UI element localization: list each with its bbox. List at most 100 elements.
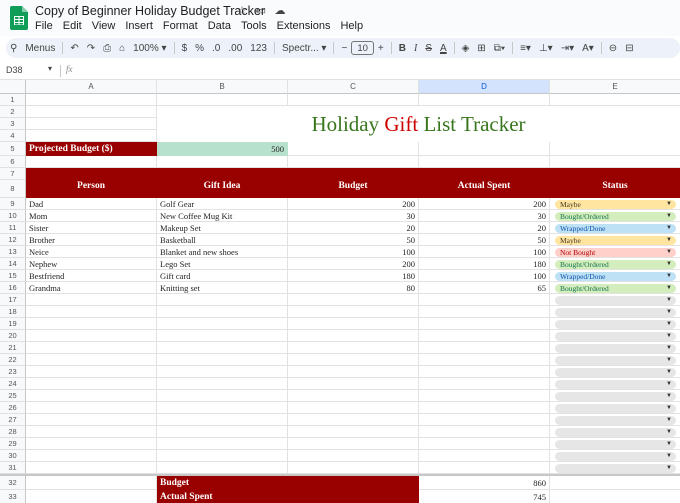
status-dropdown[interactable]: ▼ <box>555 439 676 449</box>
budget-cell[interactable]: 200 <box>288 258 419 270</box>
cell[interactable] <box>157 294 288 306</box>
cell[interactable] <box>288 306 419 318</box>
cell[interactable] <box>550 476 680 490</box>
actual-spent-cell[interactable]: 100 <box>419 246 550 258</box>
cell[interactable] <box>288 426 419 438</box>
text-wrap-icon[interactable]: ⇥▾ <box>557 38 578 58</box>
cell[interactable] <box>26 94 157 106</box>
select-all-corner[interactable] <box>0 80 26 94</box>
cell[interactable] <box>419 306 550 318</box>
cell[interactable] <box>157 156 288 168</box>
menu-tools[interactable]: Tools <box>236 20 272 32</box>
row-header-17[interactable]: 17 <box>0 294 26 306</box>
chevron-down-icon[interactable]: ▾ <box>48 64 52 73</box>
cell[interactable] <box>157 330 288 342</box>
search-menus-icon[interactable]: ⚲ <box>6 38 21 58</box>
row-header-3[interactable]: 3 <box>0 118 26 130</box>
status-dropdown[interactable]: ▼ <box>555 343 676 353</box>
row-header-24[interactable]: 24 <box>0 378 26 390</box>
actual-spent-cell[interactable]: 100 <box>419 270 550 282</box>
chevron-down-icon[interactable]: ▼ <box>666 224 672 233</box>
chevron-down-icon[interactable]: ▼ <box>666 356 672 365</box>
status-dropdown[interactable]: ▼ <box>555 427 676 437</box>
cell[interactable] <box>26 118 157 130</box>
cell[interactable] <box>26 450 157 462</box>
menu-view[interactable]: View <box>87 20 121 32</box>
status-dropdown[interactable]: ▼ <box>555 379 676 389</box>
menu-extensions[interactable]: Extensions <box>272 20 336 32</box>
menu-help[interactable]: Help <box>335 20 368 32</box>
cell[interactable] <box>419 378 550 390</box>
status-dropdown[interactable]: ▼ <box>555 295 676 305</box>
status-dropdown[interactable]: Maybe ▼ <box>555 199 676 209</box>
strikethrough-button[interactable]: S <box>421 38 436 58</box>
cell[interactable] <box>157 378 288 390</box>
cell[interactable] <box>26 306 157 318</box>
insert-comment-icon[interactable]: ⊟ <box>621 38 637 58</box>
increase-font-size-button[interactable]: + <box>374 38 388 58</box>
text-rotation-icon[interactable]: A▾ <box>578 38 598 58</box>
cell[interactable] <box>288 330 419 342</box>
cell[interactable] <box>419 142 550 156</box>
cell[interactable] <box>26 106 157 118</box>
gift-idea-cell[interactable]: Golf Gear <box>157 198 288 210</box>
row-header-21[interactable]: 21 <box>0 342 26 354</box>
row-header-2[interactable]: 2 <box>0 106 26 118</box>
cell[interactable] <box>26 462 157 474</box>
cell[interactable] <box>26 330 157 342</box>
chevron-down-icon[interactable]: ▼ <box>666 464 672 473</box>
status-dropdown[interactable]: Bought/Ordered ▼ <box>555 259 676 269</box>
chevron-down-icon[interactable]: ▼ <box>666 260 672 269</box>
status-dropdown[interactable]: ▼ <box>555 415 676 425</box>
chevron-down-icon[interactable]: ▼ <box>666 308 672 317</box>
cell[interactable] <box>419 366 550 378</box>
row-header-11[interactable]: 11 <box>0 222 26 234</box>
status-dropdown[interactable]: ▼ <box>555 307 676 317</box>
status-dropdown[interactable]: ▼ <box>555 319 676 329</box>
cell[interactable] <box>288 318 419 330</box>
row-header-4[interactable]: 4 <box>0 130 26 142</box>
column-header-a[interactable]: A <box>26 80 157 94</box>
star-icon[interactable]: ☆ <box>236 4 248 17</box>
cell[interactable] <box>550 142 680 156</box>
cell[interactable] <box>26 294 157 306</box>
fill-color-icon[interactable]: ◈ <box>458 38 474 58</box>
cell[interactable] <box>419 354 550 366</box>
cell[interactable] <box>288 354 419 366</box>
spreadsheet-grid[interactable]: A B C D E 1 2 3 4 5 6 7 8 9 10 11 12 13 14 15 16 17 18 19 20 21 22… <box>0 80 680 503</box>
cell[interactable] <box>419 294 550 306</box>
row-header-33[interactable]: 33 <box>0 490 26 503</box>
row-header-22[interactable]: 22 <box>0 354 26 366</box>
row-header-9[interactable]: 9 <box>0 198 26 210</box>
cloud-saved-icon[interactable]: ☁ <box>274 4 286 17</box>
cell[interactable] <box>157 94 288 106</box>
chevron-down-icon[interactable]: ▼ <box>666 344 672 353</box>
chevron-down-icon[interactable]: ▼ <box>666 332 672 341</box>
cell[interactable] <box>288 156 419 168</box>
gift-idea-cell[interactable]: Lego Set <box>157 258 288 270</box>
cell[interactable] <box>157 306 288 318</box>
menu-format[interactable]: Format <box>158 20 203 32</box>
row-header-1[interactable]: 1 <box>0 94 26 106</box>
column-header-b[interactable]: B <box>157 80 288 94</box>
document-title[interactable]: Copy of Beginner Holiday Budget Tracker <box>35 4 265 18</box>
row-header-5[interactable]: 5 <box>0 142 26 156</box>
cell[interactable] <box>288 402 419 414</box>
percent-format-button[interactable]: % <box>191 38 208 58</box>
increase-decimal-button[interactable]: .00 <box>224 38 246 58</box>
status-dropdown[interactable]: Bought/Ordered ▼ <box>555 283 676 293</box>
cell[interactable] <box>419 462 550 474</box>
status-dropdown[interactable]: ▼ <box>555 451 676 461</box>
cell[interactable] <box>26 414 157 426</box>
cell[interactable] <box>288 342 419 354</box>
actual-spent-cell[interactable]: 200 <box>419 198 550 210</box>
status-dropdown[interactable]: ▼ <box>555 367 676 377</box>
menu-file[interactable]: File <box>30 20 58 32</box>
gift-idea-cell[interactable]: Basketball <box>157 234 288 246</box>
cell[interactable] <box>419 426 550 438</box>
borders-icon[interactable]: ⊞ <box>473 38 489 58</box>
cell[interactable] <box>157 318 288 330</box>
budget-cell[interactable]: 200 <box>288 198 419 210</box>
cell[interactable] <box>419 438 550 450</box>
cell[interactable] <box>419 330 550 342</box>
